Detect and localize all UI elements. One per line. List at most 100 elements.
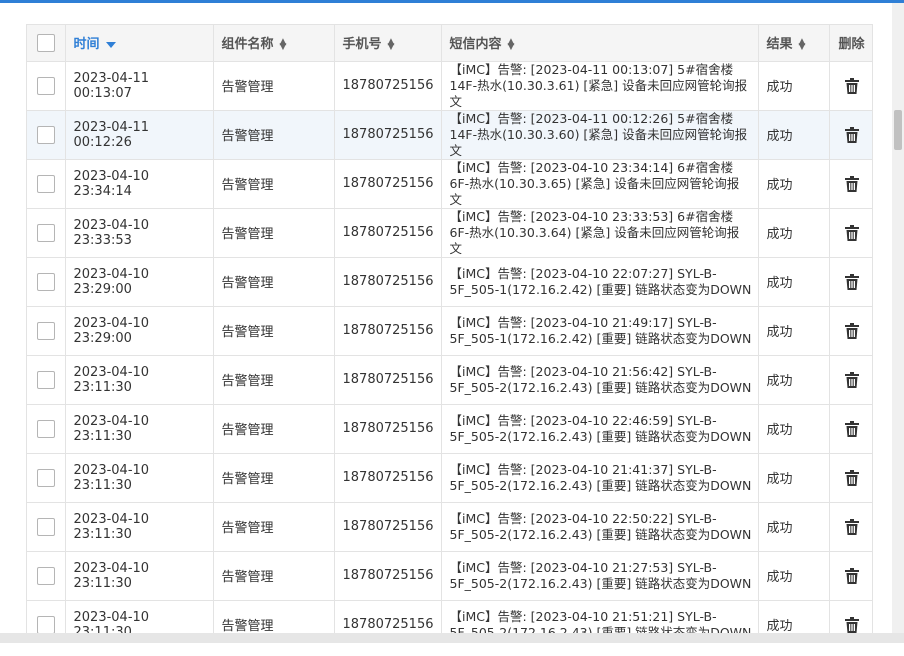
- phone-cell: 18780725156: [334, 306, 442, 356]
- result-cell: 成功: [758, 306, 830, 356]
- table-row[interactable]: 2023-04-10 23:34:14 告警管理 18780725156 【iM…: [27, 159, 872, 209]
- sms-log-table-container: 时间 组件名称 ▲ ▼ 手机号 ▲ ▼ 短信内容 ▲ ▼ 结果 ▲ ▼ 删除 2…: [26, 24, 873, 636]
- result-cell: 成功: [758, 355, 830, 405]
- trash-icon[interactable]: [844, 273, 859, 290]
- sort-arrows-icon: ▲ ▼: [279, 36, 287, 52]
- trash-icon[interactable]: [844, 224, 859, 241]
- result-cell: 成功: [758, 257, 830, 307]
- trash-icon[interactable]: [844, 322, 859, 339]
- sms-content-cell: 【iMC】告警: [2023-04-10 22:50:22] SYL-B-5F_…: [441, 502, 759, 552]
- time-cell: 2023-04-10 23:29:00: [65, 257, 214, 307]
- trash-icon[interactable]: [844, 126, 859, 143]
- column-header-phone-label: 手机号: [342, 37, 382, 53]
- phone-cell: 18780725156: [334, 551, 442, 601]
- row-checkbox[interactable]: [36, 272, 55, 291]
- sms-content-cell: 【iMC】告警: [2023-04-10 21:56:42] SYL-B-5F_…: [441, 355, 759, 405]
- trash-icon[interactable]: [844, 420, 859, 437]
- result-cell: 成功: [758, 208, 830, 258]
- column-header-phone[interactable]: 手机号 ▲ ▼: [334, 25, 442, 62]
- table-row[interactable]: 2023-04-10 23:11:30 告警管理 18780725156 【iM…: [27, 600, 872, 635]
- time-cell: 2023-04-11 00:13:07: [65, 61, 214, 111]
- row-select-cell: [27, 257, 66, 307]
- result-cell: 成功: [758, 551, 830, 601]
- sort-arrows-icon: ▲ ▼: [387, 36, 395, 52]
- column-header-delete: 删除: [829, 25, 872, 62]
- row-checkbox[interactable]: [36, 370, 55, 389]
- component-cell: 告警管理: [213, 502, 335, 552]
- time-cell: 2023-04-10 23:11:30: [65, 453, 214, 503]
- phone-cell: 18780725156: [334, 600, 442, 635]
- trash-icon[interactable]: [844, 616, 859, 633]
- component-cell: 告警管理: [213, 306, 335, 356]
- row-checkbox[interactable]: [36, 76, 55, 95]
- row-checkbox[interactable]: [36, 468, 55, 487]
- time-cell: 2023-04-10 23:33:53: [65, 208, 214, 258]
- trash-icon[interactable]: [844, 175, 859, 192]
- column-header-result[interactable]: 结果 ▲ ▼: [758, 25, 830, 62]
- select-all-header: [27, 25, 66, 62]
- result-cell: 成功: [758, 110, 830, 160]
- vertical-scrollbar[interactable]: [892, 3, 904, 633]
- select-all-checkbox[interactable]: [36, 33, 55, 52]
- time-cell: 2023-04-10 23:29:00: [65, 306, 214, 356]
- horizontal-scrollbar[interactable]: [0, 633, 904, 643]
- table-row[interactable]: 2023-04-10 23:11:30 告警管理 18780725156 【iM…: [27, 551, 872, 601]
- table-row[interactable]: 2023-04-11 00:13:07 告警管理 18780725156 【iM…: [27, 61, 872, 111]
- table-row[interactable]: 2023-04-10 23:33:53 告警管理 18780725156 【iM…: [27, 208, 872, 258]
- phone-cell: 18780725156: [334, 355, 442, 405]
- row-checkbox[interactable]: [36, 174, 55, 193]
- column-header-content[interactable]: 短信内容 ▲ ▼: [441, 25, 759, 62]
- column-header-component[interactable]: 组件名称 ▲ ▼: [213, 25, 335, 62]
- trash-icon[interactable]: [844, 371, 859, 388]
- row-checkbox[interactable]: [36, 615, 55, 634]
- row-checkbox[interactable]: [36, 419, 55, 438]
- row-select-cell: [27, 453, 66, 503]
- row-select-cell: [27, 551, 66, 601]
- time-cell: 2023-04-10 23:11:30: [65, 600, 214, 635]
- delete-cell: [829, 502, 872, 552]
- delete-cell: [829, 257, 872, 307]
- sort-arrows-icon: ▲ ▼: [507, 36, 515, 52]
- component-cell: 告警管理: [213, 404, 335, 454]
- row-select-cell: [27, 208, 66, 258]
- trash-icon[interactable]: [844, 567, 859, 584]
- trash-icon[interactable]: [844, 77, 859, 94]
- table-row[interactable]: 2023-04-10 23:29:00 告警管理 18780725156 【iM…: [27, 306, 872, 356]
- row-select-cell: [27, 306, 66, 356]
- sms-log-table: 时间 组件名称 ▲ ▼ 手机号 ▲ ▼ 短信内容 ▲ ▼ 结果 ▲ ▼ 删除 2…: [27, 25, 872, 635]
- table-row[interactable]: 2023-04-10 23:11:30 告警管理 18780725156 【iM…: [27, 355, 872, 405]
- phone-cell: 18780725156: [334, 502, 442, 552]
- delete-cell: [829, 208, 872, 258]
- column-header-result-label: 结果: [766, 37, 793, 53]
- row-checkbox[interactable]: [36, 321, 55, 340]
- table-row[interactable]: 2023-04-10 23:29:00 告警管理 18780725156 【iM…: [27, 257, 872, 307]
- trash-icon[interactable]: [844, 469, 859, 486]
- table-row[interactable]: 2023-04-10 23:11:30 告警管理 18780725156 【iM…: [27, 453, 872, 503]
- row-select-cell: [27, 61, 66, 111]
- row-select-cell: [27, 110, 66, 160]
- row-checkbox[interactable]: [36, 223, 55, 242]
- vertical-scrollbar-thumb[interactable]: [894, 110, 902, 150]
- phone-cell: 18780725156: [334, 404, 442, 454]
- row-checkbox[interactable]: [36, 566, 55, 585]
- table-row[interactable]: 2023-04-11 00:12:26 告警管理 18780725156 【iM…: [27, 110, 872, 160]
- row-checkbox[interactable]: [36, 125, 55, 144]
- row-select-cell: [27, 502, 66, 552]
- table-row[interactable]: 2023-04-10 23:11:30 告警管理 18780725156 【iM…: [27, 404, 872, 454]
- sort-arrows-icon: ▲ ▼: [798, 36, 806, 52]
- component-cell: 告警管理: [213, 257, 335, 307]
- result-cell: 成功: [758, 453, 830, 503]
- sms-content-cell: 【iMC】告警: [2023-04-11 00:13:07] 5#宿舍楼14F-…: [441, 61, 759, 111]
- sms-content-cell: 【iMC】告警: [2023-04-10 23:34:14] 6#宿舍楼6F-热…: [441, 159, 759, 209]
- column-header-content-label: 短信内容: [449, 37, 502, 53]
- delete-cell: [829, 159, 872, 209]
- trash-icon[interactable]: [844, 518, 859, 535]
- component-cell: 告警管理: [213, 551, 335, 601]
- time-cell: 2023-04-10 23:34:14: [65, 159, 214, 209]
- table-row[interactable]: 2023-04-10 23:11:30 告警管理 18780725156 【iM…: [27, 502, 872, 552]
- component-cell: 告警管理: [213, 159, 335, 209]
- row-checkbox[interactable]: [36, 517, 55, 536]
- column-header-time[interactable]: 时间: [65, 25, 214, 62]
- sort-desc-icon: [105, 41, 116, 48]
- time-cell: 2023-04-10 23:11:30: [65, 404, 214, 454]
